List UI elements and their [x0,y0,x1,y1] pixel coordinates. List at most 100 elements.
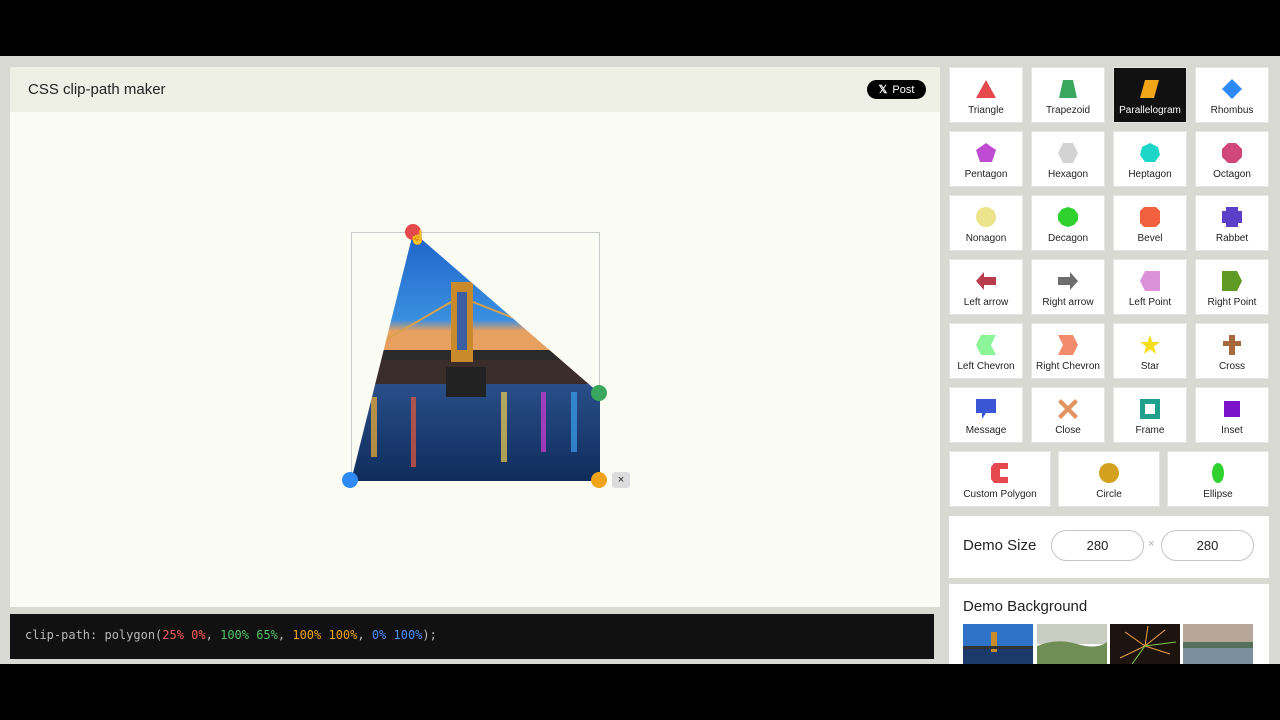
code-property: clip-path: [25,628,98,642]
shape-option-nonagon[interactable]: Nonagon [949,195,1023,251]
frame-icon [1140,399,1160,419]
shape-option-circle[interactable]: Circle [1058,451,1160,507]
shape-option-label: Star [1140,361,1160,372]
cross-icon [1223,335,1241,355]
shape-option-label: Ellipse [1203,489,1233,500]
left-point-icon [1140,271,1160,291]
demo-width-input[interactable]: 280 [1051,530,1144,561]
shape-option-cross[interactable]: Cross [1195,323,1269,379]
code-point-4: 0% 100% [371,628,423,642]
shape-option-right-arrow[interactable]: Right arrow [1031,259,1105,315]
shape-option-parallelogram[interactable]: Parallelogram [1113,67,1187,123]
nonagon-icon [976,207,996,227]
shape-option-ellipse[interactable]: Ellipse [1167,451,1269,507]
shape-option-label: Decagon [1047,233,1089,244]
shape-option-label: Message [965,425,1007,436]
green-hills-thumbnail[interactable] [1037,624,1107,664]
polygon-point-handle-4[interactable] [342,472,358,488]
message-icon [976,399,996,419]
ellipse-icon [1212,463,1224,483]
circle-icon [1099,463,1119,483]
delete-point-button[interactable]: × [612,472,630,488]
code-separator: , [357,628,372,642]
shape-option-label: Left Point [1128,297,1172,308]
shape-option-left-arrow[interactable]: Left arrow [949,259,1023,315]
fireworks-thumbnail[interactable] [1110,624,1180,664]
right-chevron-icon [1058,335,1078,355]
clip-path-code-output[interactable]: clip-path: polygon(25% 0%, 100% 65%, 100… [10,614,934,659]
shape-option-label: Right arrow [1042,297,1094,308]
shape-option-label: Left arrow [963,297,1009,308]
shape-option-label: Circle [1096,489,1122,500]
shape-option-inset[interactable]: Inset [1195,387,1269,443]
shape-option-heptagon[interactable]: Heptagon [1113,131,1187,187]
demo-height-input[interactable]: 280 [1161,530,1254,561]
shape-option-star[interactable]: Star [1113,323,1187,379]
heptagon-icon [1140,143,1160,162]
shape-option-label: Pentagon [964,169,1008,180]
polygon-point-handle-2[interactable] [591,385,607,401]
code-point-2: 100% 65% [220,628,278,642]
code-point-1: 25% 0% [162,628,206,642]
shape-option-custom-polygon[interactable]: Custom Polygon [949,451,1051,507]
demo-background-label: Demo Background [963,598,1088,615]
shape-option-left-point[interactable]: Left Point [1113,259,1187,315]
shape-option-label: Right Chevron [1036,361,1100,372]
shape-option-label: Left Chevron [957,361,1015,372]
shape-option-label: Rabbet [1215,233,1249,244]
shape-option-left-chevron[interactable]: Left Chevron [949,323,1023,379]
demo-background-panel: Demo Background [949,584,1269,664]
shape-option-label: Rhombus [1210,105,1254,116]
shape-option-frame[interactable]: Frame [1113,387,1187,443]
shape-option-label: Right Point [1207,297,1257,308]
left-chevron-icon [976,335,996,355]
shape-option-label: Bevel [1137,233,1163,244]
clipped-demo-image [351,232,600,481]
shape-option-label: Close [1055,425,1081,436]
shape-option-pentagon[interactable]: Pentagon [949,131,1023,187]
demo-size-panel: Demo Size 280 × 280 [949,516,1269,578]
shape-option-octagon[interactable]: Octagon [1195,131,1269,187]
shape-option-hexagon[interactable]: Hexagon [1031,131,1105,187]
page-title: CSS clip-path maker [28,81,166,98]
x-logo-icon: 𝕏 [878,84,888,96]
hand-cursor-icon: ☝ [409,229,427,245]
shape-option-label: Heptagon [1128,169,1172,180]
shape-option-right-point[interactable]: Right Point [1195,259,1269,315]
app-frame: CSS clip-path maker 𝕏 Post ☝ × clip-path… [0,56,1280,664]
shape-option-message[interactable]: Message [949,387,1023,443]
triangle-icon [976,80,996,98]
parallelogram-icon [1140,80,1159,98]
shape-option-right-chevron[interactable]: Right Chevron [1031,323,1105,379]
decagon-icon [1058,207,1078,227]
misty-lake-thumbnail[interactable] [1183,624,1253,664]
top-bar: CSS clip-path maker 𝕏 Post [10,67,940,112]
shape-option-decagon[interactable]: Decagon [1031,195,1105,251]
shape-option-bevel[interactable]: Bevel [1113,195,1187,251]
shape-option-rabbet[interactable]: Rabbet [1195,195,1269,251]
bevel-icon [1140,207,1160,227]
left-arrow-icon [976,272,996,290]
code-separator: , [205,628,221,642]
shape-option-triangle[interactable]: Triangle [949,67,1023,123]
polygon-point-handle-3[interactable] [591,472,607,488]
code-function: polygon( [104,628,163,642]
right-arrow-icon [1058,272,1078,290]
code-separator: , [277,628,293,642]
shape-option-label: Trapezoid [1045,105,1091,116]
shape-option-label: Octagon [1213,169,1251,180]
shape-option-label: Parallelogram [1119,105,1181,116]
code-closing: ); [422,628,437,642]
shape-option-rhombus[interactable]: Rhombus [1195,67,1269,123]
shape-option-label: Cross [1218,361,1246,372]
star-icon [1140,335,1160,354]
editor-panel: CSS clip-path maker 𝕏 Post ☝ × [10,67,940,607]
shape-option-close[interactable]: Close [1031,387,1105,443]
rabbet-icon [1222,207,1242,227]
shape-option-label: Triangle [968,105,1004,116]
post-button[interactable]: 𝕏 Post [867,80,926,99]
shape-option-trapezoid[interactable]: Trapezoid [1031,67,1105,123]
bridge-night-thumbnail[interactable] [963,624,1033,664]
shape-option-label: Frame [1135,425,1165,436]
pentagon-icon [976,143,996,162]
